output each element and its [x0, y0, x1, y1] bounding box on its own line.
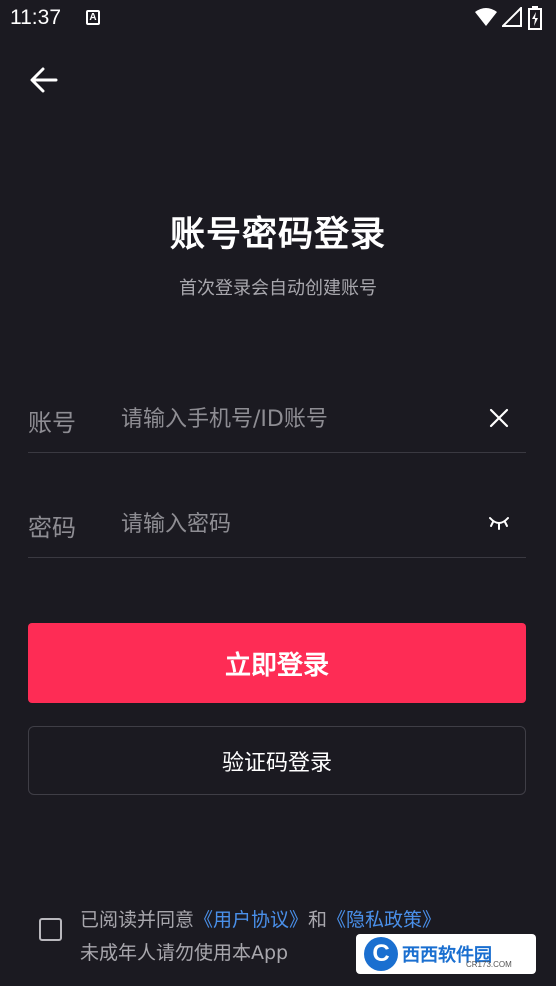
toggle-password-visibility-button[interactable] [486, 510, 512, 536]
account-field: 账号 [28, 389, 526, 453]
arrow-left-icon [30, 67, 58, 93]
eye-closed-icon [489, 517, 509, 530]
agreement-checkbox[interactable] [39, 918, 62, 941]
close-icon [489, 408, 509, 428]
agreement-and: 和 [308, 909, 328, 931]
agreement-prefix: 已阅读并同意 [80, 909, 195, 931]
page-subtitle: 首次登录会自动创建账号 [179, 278, 377, 299]
code-login-button[interactable]: 验证码登录 [28, 726, 526, 795]
status-bar: 11:37 A [0, 0, 556, 36]
password-label: 密码 [28, 514, 76, 542]
page-title: 账号密码登录 [169, 215, 386, 255]
watermark-c-logo: C [364, 937, 398, 971]
signal-icon [502, 7, 522, 27]
back-button[interactable] [26, 62, 62, 98]
minor-notice: 未成年人请勿使用本App [80, 942, 289, 964]
watermark-logo: C 西西软件园 CR173.COM [356, 934, 536, 974]
status-time: 11:37 [10, 6, 61, 29]
login-screen: 11:37 A 账号密码登录 首次登录会自动创建账号 账号 密码 [0, 0, 556, 986]
a-notification-icon: A [86, 10, 100, 25]
account-input[interactable] [121, 399, 461, 439]
password-input[interactable] [121, 504, 461, 544]
battery-icon [528, 6, 542, 30]
wifi-icon [475, 8, 497, 26]
account-label: 账号 [28, 409, 76, 437]
clear-account-button[interactable] [486, 405, 512, 431]
login-button[interactable]: 立即登录 [28, 623, 526, 703]
privacy-policy-link[interactable]: 《隐私政策》 [327, 909, 441, 931]
password-field: 密码 [28, 494, 526, 558]
watermark-domain: CR173.COM [466, 960, 512, 969]
user-agreement-link[interactable]: 《用户协议》 [194, 909, 308, 931]
